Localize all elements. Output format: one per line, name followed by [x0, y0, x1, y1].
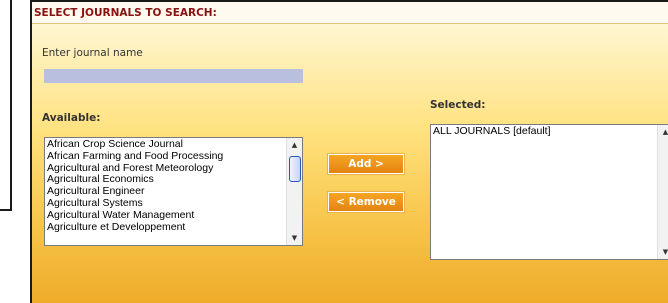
list-item[interactable]: ALL JOURNALS [default]: [431, 126, 656, 138]
remove-button[interactable]: < Remove: [328, 192, 404, 212]
available-label: Available:: [42, 112, 101, 124]
list-item[interactable]: Agricultural and Forest Meteorology: [45, 163, 285, 175]
selected-journals-list[interactable]: ALL JOURNALS [default] ▲ ▼: [430, 124, 668, 260]
list-item[interactable]: African Farming and Food Processing: [45, 151, 285, 163]
list-item[interactable]: African Crop Science Journal: [45, 139, 285, 151]
journal-name-label: Enter journal name: [42, 47, 143, 59]
scroll-up-icon[interactable]: ▲: [287, 138, 302, 152]
add-button[interactable]: Add >: [328, 154, 404, 174]
list-item[interactable]: Agriculture et Developpement: [45, 222, 285, 234]
list-item[interactable]: Agricultural Systems: [45, 198, 285, 210]
available-journals-list[interactable]: African Crop Science Journal African Far…: [44, 137, 303, 246]
available-scrollbar[interactable]: ▲ ▼: [286, 138, 302, 245]
list-item[interactable]: Agricultural Economics: [45, 174, 285, 186]
journal-select-panel: SELECT JOURNALS TO SEARCH: Enter journal…: [30, 0, 668, 303]
panel-title: SELECT JOURNALS TO SEARCH:: [32, 2, 668, 24]
journal-name-input[interactable]: [44, 69, 303, 83]
scroll-down-icon[interactable]: ▼: [658, 245, 668, 259]
scroll-up-icon[interactable]: ▲: [658, 125, 668, 139]
scroll-down-icon[interactable]: ▼: [287, 231, 302, 245]
left-border-foot: [0, 209, 12, 211]
scroll-thumb[interactable]: [289, 156, 301, 182]
list-item[interactable]: Agricultural Water Management: [45, 210, 285, 222]
selected-scrollbar[interactable]: ▲ ▼: [657, 125, 668, 259]
list-item[interactable]: Agricultural Engineer: [45, 186, 285, 198]
selected-label: Selected:: [430, 99, 486, 111]
left-border-line: [10, 0, 12, 211]
